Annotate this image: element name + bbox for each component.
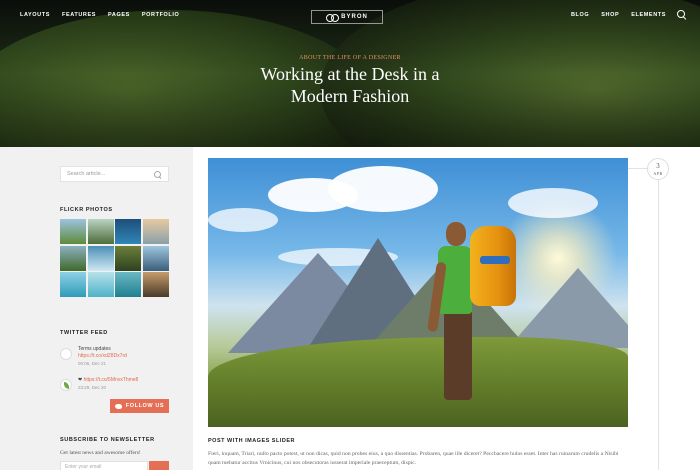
- twitter-title: TWITTER FEED: [60, 330, 108, 336]
- twitter-icon: [114, 403, 122, 409]
- nav-item-portfolio[interactable]: PORTFOLIO: [142, 12, 179, 18]
- nav-item-elements[interactable]: ELEMENTS: [631, 12, 666, 18]
- secondary-nav: BLOG SHOP ELEMENTS: [571, 12, 666, 18]
- post-excerpt: Fieri, inquam, Triari, nullo pacto potes…: [208, 451, 619, 466]
- search-icon[interactable]: [154, 171, 161, 178]
- hero-subtitle: ABOUT THE LIFE OF A DESIGNER: [299, 55, 401, 61]
- flickr-photo[interactable]: [115, 245, 142, 271]
- date-badge: 3 APR: [647, 158, 669, 180]
- follow-us-button[interactable]: FOLLOW US: [110, 399, 169, 413]
- flickr-gallery: [60, 219, 169, 298]
- flickr-title: FLICKR PHOTOS: [60, 207, 113, 213]
- flickr-photo[interactable]: [142, 272, 169, 298]
- nav-item-layouts[interactable]: LAYOUTS: [20, 12, 50, 18]
- nav-item-shop[interactable]: SHOP: [601, 12, 619, 18]
- backpack-shape: [470, 226, 516, 306]
- subscribe-button[interactable]: [149, 461, 169, 470]
- hero-banner: LAYOUTS FEATURES PAGES PORTFOLIO BYRON B…: [0, 0, 700, 147]
- page-title: Working at the Desk in a Modern Fashion: [260, 64, 440, 106]
- flickr-photo[interactable]: [115, 219, 142, 244]
- tweet-link[interactable]: https://t.co/xdZ8Dx7rd: [78, 353, 170, 360]
- newsletter-title: SUBSCRIBE TO NEWSLETTER: [60, 437, 155, 443]
- flickr-photo[interactable]: [142, 219, 169, 244]
- flickr-photo[interactable]: [87, 219, 114, 244]
- email-field[interactable]: Enter your email: [60, 461, 148, 470]
- logo-text: BYRON: [341, 14, 368, 20]
- newsletter-description: Get latest news and awesome offers!: [60, 450, 141, 456]
- nav-item-blog[interactable]: BLOG: [571, 12, 589, 18]
- twitter-avatar-icon: [60, 348, 72, 360]
- timeline-line: [658, 180, 659, 470]
- search-icon[interactable]: [677, 10, 686, 19]
- primary-nav: LAYOUTS FEATURES PAGES PORTFOLIO: [20, 12, 179, 18]
- post-featured-image[interactable]: [208, 158, 628, 427]
- flickr-photo[interactable]: [87, 245, 114, 271]
- site-logo[interactable]: BYRON: [311, 10, 383, 24]
- flickr-photo[interactable]: [142, 245, 169, 271]
- sidebar: Search article... FLICKR PHOTOS TWITTER …: [0, 147, 193, 470]
- search-input[interactable]: Search article...: [60, 166, 169, 182]
- logo-icon: [326, 14, 340, 22]
- flickr-photo[interactable]: [60, 272, 86, 298]
- tweet-item: ❤ https://t.co/5MnvxThme8 23:29, Dec 20: [60, 377, 170, 391]
- post-format-label: POST WITH IMAGES SLIDER: [208, 438, 295, 444]
- leaf-icon: [60, 379, 72, 391]
- flickr-photo[interactable]: [115, 272, 142, 298]
- tweet-link[interactable]: https://t.co/5MnvxThme8: [84, 377, 139, 383]
- nav-item-features[interactable]: FEATURES: [62, 12, 96, 18]
- nav-item-pages[interactable]: PAGES: [108, 12, 130, 18]
- tweet-item: Terms updates https://t.co/xdZ8Dx7rd 00:…: [60, 346, 170, 367]
- flickr-photo[interactable]: [60, 245, 86, 271]
- flickr-photo[interactable]: [87, 272, 114, 298]
- flickr-photo[interactable]: [60, 219, 86, 244]
